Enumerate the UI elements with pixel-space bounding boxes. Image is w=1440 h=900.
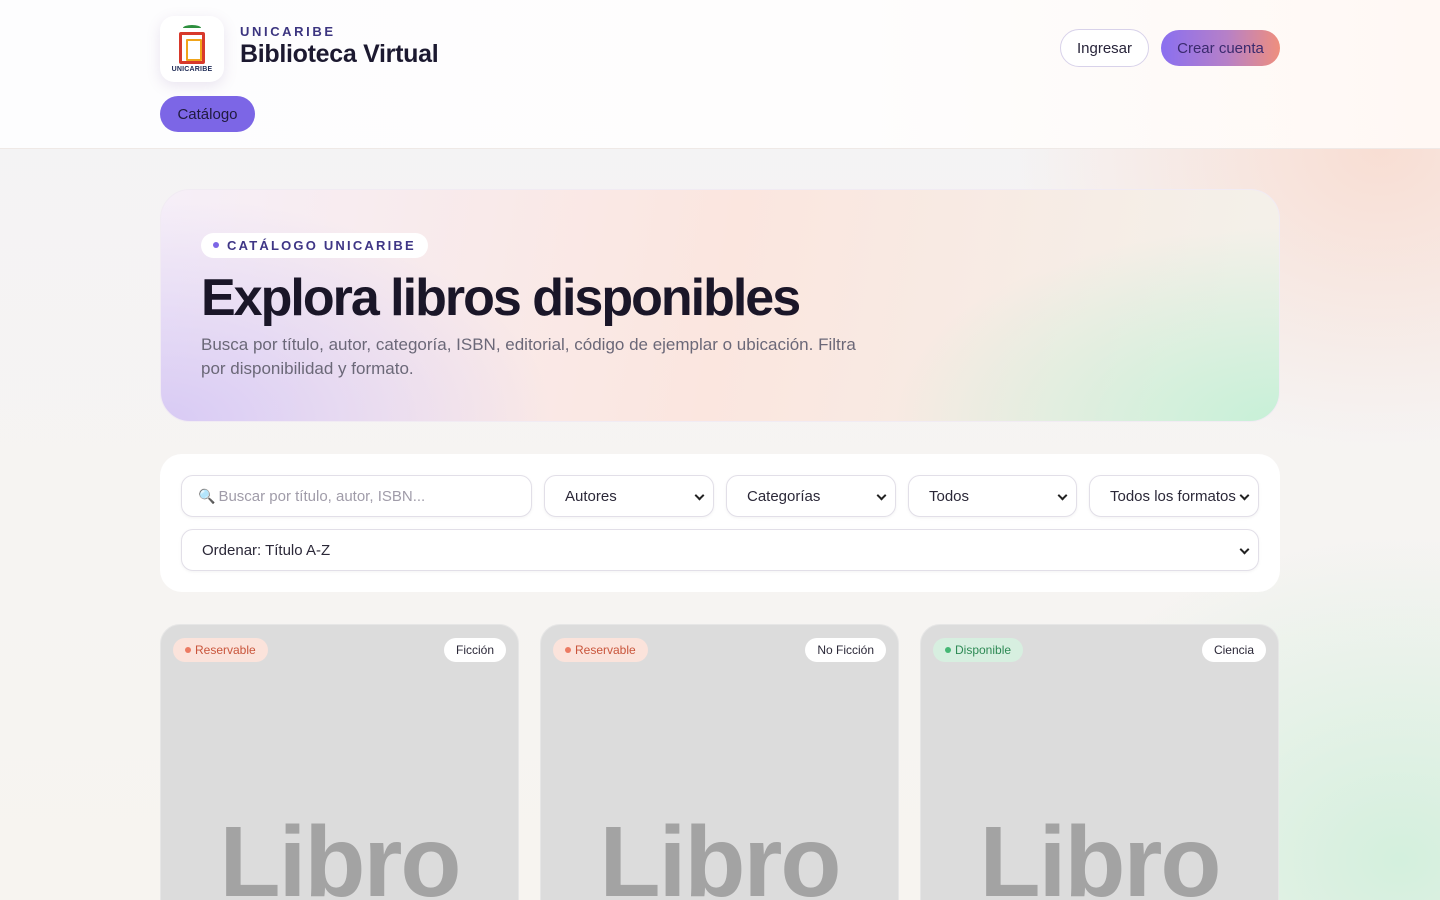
- chevron-down-icon: [876, 490, 887, 501]
- logo-text: UNICARIBE: [171, 66, 213, 73]
- brand-title: Biblioteca Virtual: [240, 40, 439, 68]
- status-badge: Reservable: [173, 638, 268, 662]
- categories-select[interactable]: Categorías: [726, 475, 896, 517]
- chevron-down-icon: [694, 490, 705, 501]
- formats-select[interactable]: Todos los formatos: [1089, 475, 1259, 517]
- leaf-icon: [183, 25, 201, 31]
- book-card[interactable]: Disponible Ciencia Libro: [920, 624, 1279, 900]
- book-card[interactable]: Reservable Ficción Libro: [160, 624, 519, 900]
- book-cover-placeholder: Libro: [599, 806, 842, 900]
- availability-select-value: Todos: [929, 487, 970, 505]
- category-badge: Ciencia: [1201, 638, 1266, 662]
- search-icon: 🔍: [198, 487, 216, 504]
- nav-catalog-tab[interactable]: Catálogo: [160, 96, 255, 132]
- filter-panel: 🔍 Buscar por título, autor, ISBN... Auto…: [160, 454, 1280, 592]
- authors-select-value: Autores: [565, 487, 617, 505]
- authors-select[interactable]: Autores: [544, 475, 714, 517]
- status-badge: Reservable: [553, 638, 648, 662]
- availability-select[interactable]: Todos: [908, 475, 1077, 517]
- sort-select[interactable]: Ordenar: Título A-Z: [181, 529, 1259, 571]
- site-header: UNICARIBE UNICARIBE Biblioteca Virtual I…: [0, 0, 1440, 149]
- chevron-down-icon: [1239, 544, 1250, 555]
- category-badge: Ficción: [443, 638, 506, 662]
- category-badge: No Ficción: [805, 638, 886, 662]
- search-placeholder: Buscar por título, autor, ISBN...: [218, 487, 426, 505]
- search-input[interactable]: 🔍 Buscar por título, autor, ISBN...: [181, 475, 532, 517]
- hero-tag: CATÁLOGO UNICARIBE: [201, 233, 428, 258]
- chevron-down-icon: [1057, 490, 1068, 501]
- login-button[interactable]: Ingresar: [1060, 29, 1149, 67]
- signup-button[interactable]: Crear cuenta: [1161, 30, 1280, 66]
- book-icon: [179, 32, 205, 64]
- unicaribe-logo[interactable]: UNICARIBE: [160, 16, 224, 82]
- chevron-down-icon: [1239, 490, 1250, 501]
- brand-kicker: UNICARIBE: [240, 24, 336, 39]
- book-cover-placeholder: Libro: [979, 806, 1222, 900]
- hero-description: Busca por título, autor, categoría, ISBN…: [201, 335, 856, 378]
- page-title: Explora libros disponibles: [201, 269, 801, 327]
- sort-select-value: Ordenar: Título A-Z: [202, 541, 331, 559]
- book-cover-placeholder: Libro: [219, 806, 462, 900]
- book-card[interactable]: Reservable No Ficción Libro: [540, 624, 899, 900]
- status-badge: Disponible: [933, 638, 1024, 662]
- categories-select-value: Categorías: [747, 487, 821, 505]
- hero-banner: CATÁLOGO UNICARIBE Explora libros dispon…: [160, 189, 1280, 422]
- formats-select-value: Todos los formatos: [1110, 487, 1236, 505]
